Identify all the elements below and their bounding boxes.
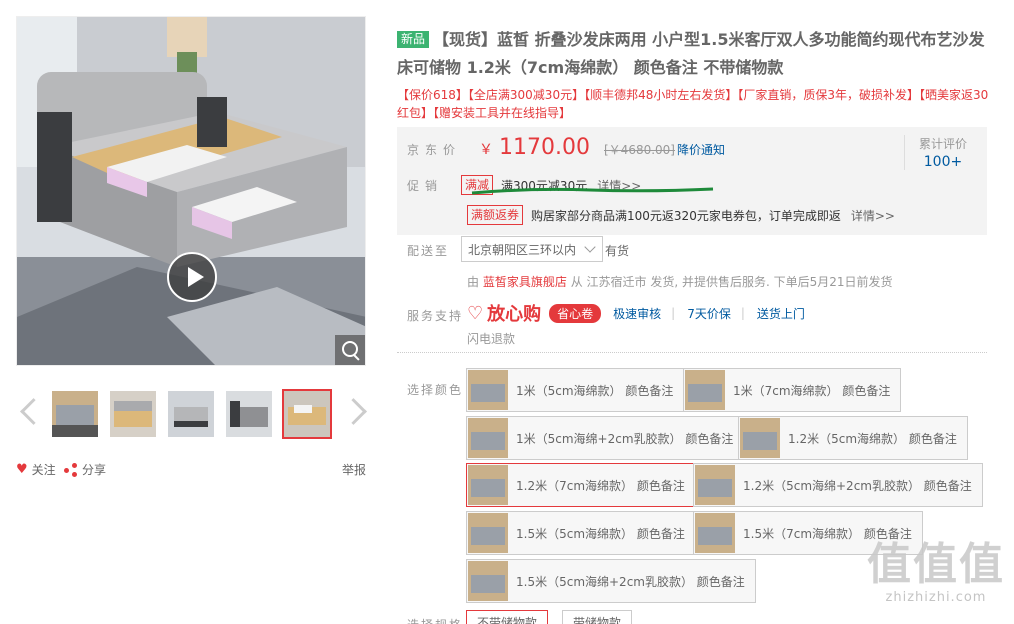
report-link[interactable]: 举报 <box>342 461 366 478</box>
color-option[interactable]: 1.2米（5cm海绵+2cm乳胶款） 颜色备注 <box>693 463 983 507</box>
price-number: 1170.00 <box>499 135 590 160</box>
service-item-fast-review[interactable]: 极速审核 <box>613 305 661 322</box>
shipper-prefix: 由 <box>467 275 480 289</box>
thumbnail-strip <box>50 389 332 439</box>
color-option[interactable]: 1.5米（5cm海绵款） 颜色备注 <box>466 511 696 555</box>
separator: | <box>740 306 745 320</box>
color-option[interactable]: 1.5米（5cm海绵+2cm乳胶款） 颜色备注 <box>466 559 756 603</box>
thumbnail-active[interactable] <box>282 389 332 439</box>
option-thumbnail <box>468 561 508 601</box>
shipper-text: 从 江苏宿迁市 发货, 并提供售后服务. 下单后5月21日前发货 <box>570 275 893 289</box>
review-label: 累计评价 <box>918 137 967 151</box>
color-option[interactable]: 1米（7cm海绵款） 颜色备注 <box>683 368 902 412</box>
color-option-label: 1.5米（5cm海绵款） 颜色备注 <box>516 526 685 541</box>
color-option-selected[interactable]: 1.2米（7cm海绵款） 颜色备注 <box>466 463 696 507</box>
divider <box>397 352 987 353</box>
spec-label: 选择规格 <box>407 616 463 624</box>
service-label: 服务支持 <box>407 309 464 323</box>
color-option-label: 1.2米（7cm海绵款） 颜色备注 <box>516 478 685 493</box>
thumbnail[interactable] <box>166 389 216 439</box>
price-drop-notice-link[interactable]: 降价通知 <box>677 141 725 158</box>
price-value: ￥ 1170.00 <box>479 135 590 160</box>
fangxin-text: 放心购 <box>487 304 542 325</box>
option-thumbnail <box>695 465 735 505</box>
service-item-home-delivery[interactable]: 送货上门 <box>757 305 805 322</box>
product-subtitle: 【保价618】【全店满300减30元】【顺丰德邦48小时左右发货】【厂家直销，质… <box>397 88 989 120</box>
color-option-label: 1米（5cm海绵款） 颜色备注 <box>516 383 674 398</box>
option-thumbnail <box>685 370 725 410</box>
color-option-label: 1.5米（5cm海绵+2cm乳胶款） 颜色备注 <box>516 574 745 589</box>
option-thumbnail <box>695 513 735 553</box>
promotion-row-2: 满额返券 购居家部分商品满100元返320元家电券包，订单完成即返 详情>> <box>467 205 895 225</box>
thumb-prev-arrow-icon[interactable] <box>18 394 36 430</box>
promotion-label: 促销 <box>407 178 444 193</box>
option-thumbnail <box>468 370 508 410</box>
option-thumbnail <box>468 418 508 458</box>
shengxin-badge[interactable]: 省心卷 <box>549 303 602 323</box>
price-box: 京东价 ￥ 1170.00 [￥4680.00] 降价通知 累计评价 100+ 促… <box>397 127 987 235</box>
report-label: 举报 <box>341 463 366 477</box>
share-icon <box>64 462 78 477</box>
separator: | <box>671 306 676 320</box>
thumbnail[interactable] <box>224 389 274 439</box>
product-title-text: 【现货】蓝皙 折叠沙发床两用 小户型1.5米客厅双人多功能简约现代布艺沙发床可储… <box>397 30 985 77</box>
share-button[interactable]: 分享 <box>64 461 106 478</box>
color-option[interactable]: 1.2米（5cm海绵款） 颜色备注 <box>738 416 968 460</box>
promo-tag-coupon: 满额返券 <box>467 205 524 225</box>
site-watermark: 值值值 zhizhizhi.com <box>866 539 1006 606</box>
green-annotation-underline <box>471 187 714 195</box>
original-price-text: [￥4680.00] <box>604 143 675 157</box>
original-price: [￥4680.00] <box>604 141 675 158</box>
currency-symbol: ￥ <box>479 142 494 158</box>
color-option-label: 1.2米（5cm海绵款） 颜色备注 <box>788 431 957 446</box>
watermark-url: zhizhizhi.com <box>885 590 987 605</box>
follow-button[interactable]: ♥ 关注 <box>16 461 56 478</box>
review-summary[interactable]: 累计评价 100+ <box>903 135 967 170</box>
new-badge: 新品 <box>397 31 430 48</box>
flash-refund-text: 闪电退款 <box>467 332 516 346</box>
service-item-price-protect[interactable]: 7天价保 <box>687 305 731 322</box>
gallery-actions: ♥ 关注 分享 举报 <box>16 461 366 477</box>
thumb-next-arrow-icon[interactable] <box>344 394 362 430</box>
heart-outline-icon: ♡ <box>467 302 484 324</box>
spec-option-selected[interactable]: 不带储物款 <box>466 610 549 624</box>
color-option[interactable]: 1米（5cm海绵款） 颜色备注 <box>466 368 685 412</box>
delivery-address-select[interactable]: 北京朝阳区三环以内 <box>461 236 604 262</box>
play-video-button[interactable] <box>167 252 217 302</box>
color-label: 选择颜色 <box>407 383 464 397</box>
watermark-logo: 值值值 <box>867 539 1005 590</box>
stock-status: 有货 <box>605 244 630 258</box>
heart-icon: ♥ <box>16 462 28 477</box>
option-thumbnail <box>468 513 508 553</box>
option-thumbnail <box>740 418 780 458</box>
product-title: 新品 【现货】蓝皙 折叠沙发床两用 小户型1.5米客厅双人多功能简约现代布艺沙发床… <box>397 26 987 82</box>
review-count: 100+ <box>923 154 963 170</box>
spec-option[interactable]: 带储物款 <box>562 610 633 624</box>
promo-coupon-detail-link[interactable]: 详情>> <box>851 207 895 224</box>
option-thumbnail <box>468 465 508 505</box>
service-support: ♡ 放心购 省心卷 极速审核 | 7天价保 | 送货上门 <box>467 300 805 326</box>
zoom-icon[interactable] <box>335 335 365 365</box>
thumbnail[interactable] <box>108 389 158 439</box>
color-option-label: 1米（5cm海绵+2cm乳胶款） 颜色备注 <box>516 431 734 446</box>
shop-link[interactable]: 蓝皙家具旗舰店 <box>483 275 567 289</box>
main-product-image[interactable] <box>16 16 366 366</box>
color-option-label: 1米（7cm海绵款） 颜色备注 <box>733 383 891 398</box>
price-row: 京东价 ￥ 1170.00 [￥4680.00] 降价通知 <box>407 135 725 160</box>
color-option[interactable]: 1米（5cm海绵+2cm乳胶款） 颜色备注 <box>466 416 745 460</box>
delivery-label: 配送至 <box>407 244 450 258</box>
follow-label: 关注 <box>31 463 56 477</box>
price-label: 京东价 <box>407 143 462 157</box>
color-option-label: 1.2米（5cm海绵+2cm乳胶款） 颜色备注 <box>743 478 972 493</box>
sofa-bed-photo <box>17 17 365 365</box>
thumbnail[interactable] <box>50 389 100 439</box>
promo-text-coupon: 购居家部分商品满100元返320元家电券包，订单完成即返 <box>531 208 841 223</box>
shipper-info: 由 蓝皙家具旗舰店 从 江苏宿迁市 发货, 并提供售后服务. 下单后5月21日前… <box>467 273 892 290</box>
fangxin-logo[interactable]: ♡ 放心购 <box>467 300 541 326</box>
share-label: 分享 <box>82 463 107 477</box>
